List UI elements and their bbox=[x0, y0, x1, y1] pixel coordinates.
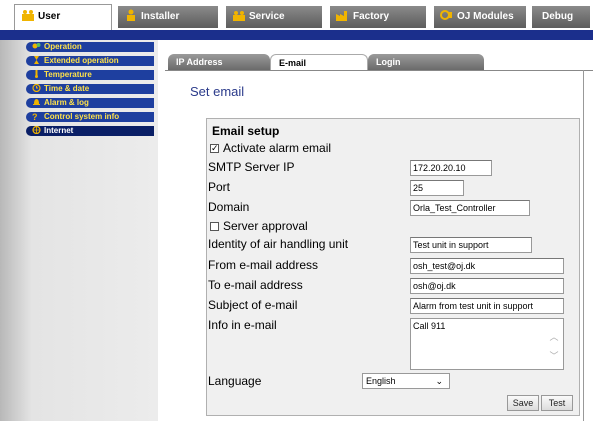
language-label: Language bbox=[208, 374, 262, 388]
info-textarea[interactable]: Call 911 bbox=[410, 318, 564, 370]
domain-label: Domain bbox=[208, 200, 250, 214]
tab-factory-label: Factory bbox=[353, 11, 390, 22]
tab-service-label: Service bbox=[249, 11, 285, 22]
email-setup-title: Email setup bbox=[212, 124, 280, 138]
page-title: Set email bbox=[190, 84, 245, 99]
sidebar-item-label: Extended operation bbox=[44, 56, 119, 65]
question-icon: ? bbox=[32, 112, 38, 122]
tab-login[interactable]: Login bbox=[368, 54, 484, 70]
subject-input[interactable]: Alarm from test unit in support bbox=[410, 298, 564, 314]
sidebar-item-label: Time & date bbox=[44, 84, 90, 93]
scroll-down-icon[interactable]: ﹀ bbox=[549, 352, 559, 361]
smtp-server-label: SMTP Server IP bbox=[208, 160, 295, 174]
tab-debug-label: Debug bbox=[542, 11, 574, 22]
language-select[interactable]: English ⌄ bbox=[362, 373, 450, 389]
thermometer-icon bbox=[32, 70, 41, 78]
tab-email[interactable]: E-mail bbox=[270, 54, 368, 70]
test-button[interactable]: Test bbox=[541, 395, 573, 411]
tab-oj-modules-label: OJ Modules bbox=[457, 11, 514, 22]
tab-service[interactable]: Service bbox=[226, 6, 322, 28]
identity-input[interactable]: Test unit in support bbox=[410, 237, 532, 253]
scroll-up-icon[interactable]: ︿ bbox=[549, 333, 559, 342]
from-email-input[interactable]: osh_test@oj.dk bbox=[410, 258, 564, 274]
sidebar-item-label: Internet bbox=[44, 126, 74, 135]
internet-icon bbox=[32, 126, 41, 135]
tab-label: IP Address bbox=[176, 57, 223, 67]
factory-icon bbox=[336, 8, 350, 21]
port-input[interactable]: 25 bbox=[410, 180, 464, 196]
sidebar-item-extended-operation[interactable]: Extended operation bbox=[26, 56, 154, 66]
save-button[interactable]: Save bbox=[507, 395, 539, 411]
port-label: Port bbox=[208, 180, 231, 194]
sidebar-item-label: Operation bbox=[44, 42, 82, 51]
sidebar-item-label: Alarm & log bbox=[44, 98, 89, 107]
header-band bbox=[0, 30, 593, 40]
sidebar-item-operation[interactable]: Operation bbox=[26, 42, 154, 52]
subject-label: Subject of e-mail bbox=[208, 298, 298, 312]
tab-label: E-mail bbox=[279, 58, 307, 68]
tab-debug[interactable]: Debug bbox=[532, 6, 590, 28]
top-tab-bar: User Installer Service Factory OJ Module… bbox=[0, 0, 593, 30]
service-icon bbox=[232, 8, 246, 21]
tab-ip-address[interactable]: IP Address bbox=[168, 54, 270, 70]
info-label: Info in e-mail bbox=[208, 318, 277, 332]
from-email-label: From e-mail address bbox=[208, 258, 319, 272]
to-email-input[interactable]: osh@oj.dk bbox=[410, 278, 564, 294]
activate-alarm-email-checkbox[interactable]: ✓ bbox=[210, 144, 219, 153]
users-icon bbox=[21, 7, 35, 21]
clock-icon bbox=[32, 84, 41, 93]
activate-alarm-email-label: Activate alarm email bbox=[223, 141, 332, 155]
modules-icon bbox=[440, 8, 454, 20]
tab-user[interactable]: User bbox=[14, 4, 112, 30]
smtp-server-input[interactable]: 172.20.20.10 bbox=[410, 160, 492, 176]
sidebar-item-label: Control system info bbox=[44, 112, 120, 121]
tab-installer-label: Installer bbox=[141, 11, 180, 22]
tab-installer[interactable]: Installer bbox=[118, 6, 218, 28]
installer-icon bbox=[124, 8, 138, 21]
tab-oj-modules[interactable]: OJ Modules bbox=[434, 6, 526, 28]
operation-icon bbox=[32, 42, 41, 50]
content-border bbox=[583, 70, 584, 421]
sidebar-item-temperature[interactable]: Temperature bbox=[26, 70, 154, 80]
subtab-divider bbox=[165, 70, 593, 71]
sidebar-item-label: Temperature bbox=[44, 70, 92, 79]
bell-icon bbox=[32, 98, 41, 106]
chevron-down-icon: ⌄ bbox=[435, 376, 443, 386]
info-text: Call 911 bbox=[413, 321, 446, 331]
sidebar-item-time-date[interactable]: Time & date bbox=[26, 84, 154, 94]
domain-input[interactable]: Orla_Test_Controller bbox=[410, 200, 530, 216]
server-approval-checkbox[interactable] bbox=[210, 222, 219, 231]
tab-label: Login bbox=[376, 57, 401, 67]
sidebar-item-alarm-log[interactable]: Alarm & log bbox=[26, 98, 154, 108]
identity-label: Identity of air handling unit bbox=[208, 237, 349, 251]
to-email-label: To e-mail address bbox=[208, 278, 303, 292]
tab-user-label: User bbox=[38, 11, 61, 22]
sidebar-item-control-system-info[interactable]: ? Control system info bbox=[26, 112, 154, 122]
sidebar-item-internet[interactable]: Internet bbox=[26, 126, 154, 136]
tab-factory[interactable]: Factory bbox=[330, 6, 426, 28]
language-value: English bbox=[366, 376, 396, 386]
server-approval-label: Server approval bbox=[223, 219, 308, 233]
hourglass-icon bbox=[32, 56, 41, 64]
